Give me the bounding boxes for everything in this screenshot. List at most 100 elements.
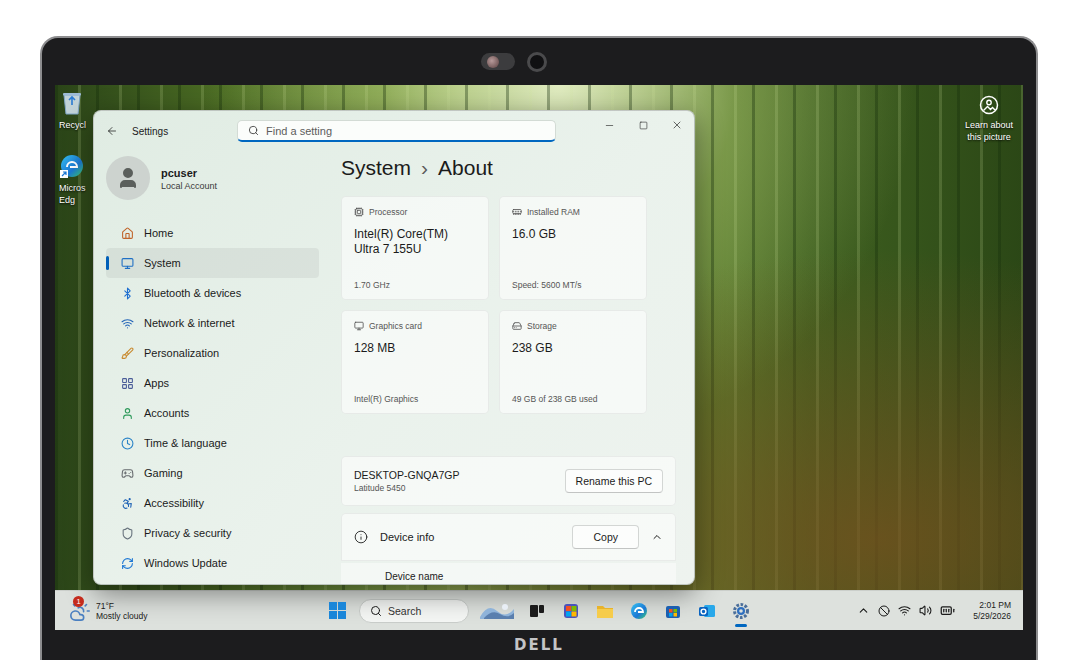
info-icon: [354, 530, 368, 544]
settings-gear-icon[interactable]: [731, 601, 751, 621]
nav-item[interactable]: Accessibility: [106, 488, 319, 518]
taskbar-app[interactable]: [475, 594, 519, 628]
desktop-icon[interactable]: MicrosEdg: [59, 153, 93, 206]
rename-button[interactable]: Rename this PC: [565, 469, 663, 493]
spec-value: Intel(R) Core(TM) Ultra 7 155U: [354, 227, 476, 257]
maximize-icon: [639, 121, 648, 130]
spotlight-icon[interactable]: [979, 95, 999, 115]
device-info-header[interactable]: Device infoCopy: [341, 513, 676, 561]
search-placeholder: Find a setting: [266, 125, 332, 137]
clock-time: 2:01 PM: [979, 600, 1011, 611]
taskbar-app[interactable]: [623, 594, 655, 628]
battery-icon[interactable]: [940, 603, 955, 618]
device-info-row: Device name: [341, 563, 676, 584]
taskbar-app[interactable]: [521, 594, 553, 628]
nav-item[interactable]: Apps: [106, 368, 319, 398]
nav-item-icon: [121, 317, 134, 330]
screen: Recycl MicrosEdg Learn aboutthis picture Se…: [55, 85, 1023, 630]
weather-condition: Mostly cloudy: [96, 611, 148, 621]
nav-item[interactable]: Network & internet: [106, 308, 319, 338]
spec-detail: Speed: 5600 MT/s: [512, 274, 634, 290]
taskbar: 171°FMostly cloudy Search 2:01 PM5/29/2026: [55, 590, 1023, 630]
nav-item[interactable]: Bluetooth & devices: [106, 278, 319, 308]
nav-item[interactable]: Time & language: [106, 428, 319, 458]
nav-item-icon: [121, 467, 134, 480]
nav-item-icon: [121, 407, 134, 420]
nav-item[interactable]: Privacy & security: [106, 518, 319, 548]
search-highlight-icon[interactable]: [478, 601, 516, 621]
taskbar-search[interactable]: Search: [359, 599, 469, 623]
location-off-icon[interactable]: [878, 605, 890, 617]
notification-badge: 1: [73, 596, 84, 607]
spotlight-link[interactable]: Learn aboutthis picture: [965, 95, 1013, 143]
spec-icon: [512, 207, 522, 217]
minimize-button[interactable]: [592, 111, 626, 139]
spec-icon: [512, 321, 522, 331]
file-explorer-icon[interactable]: [595, 601, 615, 621]
teams-icon[interactable]: [561, 601, 581, 621]
windows-logo-icon[interactable]: [329, 602, 346, 619]
nav-item[interactable]: Windows Update: [106, 548, 319, 578]
store-icon[interactable]: [663, 601, 683, 621]
spec-label: Processor: [369, 207, 407, 217]
nav-item-label: Apps: [144, 377, 169, 389]
settings-search[interactable]: Find a setting: [237, 120, 556, 142]
spec-label: Graphics card: [369, 321, 422, 331]
weather-icon-wrap: 1: [69, 600, 91, 622]
desktop-label-line: Recycl: [59, 119, 86, 131]
nav-item[interactable]: Personalization: [106, 338, 319, 368]
recycle-bin-icon[interactable]: [59, 88, 85, 116]
taskbar-app[interactable]: [657, 594, 689, 628]
clock[interactable]: 2:01 PM5/29/2026: [973, 600, 1011, 622]
content-pane: System›AboutProcessorIntel(R) Core(TM) U…: [319, 151, 694, 584]
user-block[interactable]: pcuserLocal Account: [106, 151, 319, 218]
taskbar-app[interactable]: [725, 594, 757, 628]
collapse-chevron-icon[interactable]: [651, 531, 663, 543]
nav-item-label: Windows Update: [144, 557, 227, 569]
weather-widget[interactable]: 171°FMostly cloudy: [55, 600, 321, 622]
wifi-icon[interactable]: [898, 604, 911, 617]
breadcrumb-parent[interactable]: System: [341, 153, 411, 183]
outlook-icon[interactable]: [697, 601, 717, 621]
taskbar-app[interactable]: [555, 594, 587, 628]
taskbar-search-icon: [370, 605, 382, 617]
nav-item[interactable]: Accounts: [106, 398, 319, 428]
person-icon: [116, 166, 140, 190]
volume-icon[interactable]: [919, 604, 932, 617]
edge-browser-icon[interactable]: [629, 601, 649, 621]
back-arrow-icon[interactable]: [106, 125, 118, 137]
copy-button[interactable]: Copy: [572, 525, 639, 549]
maximize-button[interactable]: [626, 111, 660, 139]
spec-card: Installed RAM16.0 GBSpeed: 5600 MT/s: [499, 196, 647, 300]
user-avatar: [106, 156, 150, 200]
user-account: Local Account: [161, 181, 217, 191]
spec-label-row: Processor: [354, 207, 476, 217]
device-card: DESKTOP-GNQA7GPLatitude 5450Rename this …: [341, 456, 676, 506]
taskbar-app[interactable]: [589, 594, 621, 628]
edge-icon[interactable]: [59, 153, 85, 179]
close-button[interactable]: [660, 111, 694, 139]
nav-item[interactable]: System: [106, 248, 319, 278]
nav-item[interactable]: Gaming: [106, 458, 319, 488]
desktop-label-line: Edg: [59, 194, 86, 206]
active-indicator: [735, 624, 747, 627]
camera-shutter[interactable]: [481, 53, 515, 70]
settings-window: SettingsFind a settingpcuserLocal Accoun…: [93, 110, 695, 585]
spec-icon: [354, 207, 364, 217]
nav-item-icon: [121, 347, 134, 360]
show-hidden-icon[interactable]: [857, 604, 870, 617]
search-icon: [248, 125, 259, 136]
nav-item-icon: [121, 497, 134, 510]
task-view-icon[interactable]: [527, 601, 547, 621]
start-button[interactable]: [321, 594, 353, 628]
desktop-icon[interactable]: Recycl: [59, 88, 93, 131]
nav-item[interactable]: Home: [106, 218, 319, 248]
top-bezel: [55, 38, 1023, 85]
spec-label-row: Storage: [512, 321, 634, 331]
desktop-icons: Recycl MicrosEdg: [59, 88, 93, 206]
taskbar-search-placeholder: Search: [388, 605, 421, 617]
nav-item-icon: [121, 287, 134, 300]
user-text: pcuserLocal Account: [161, 156, 217, 191]
nav-list: HomeSystemBluetooth & devicesNetwork & i…: [106, 218, 319, 578]
taskbar-app[interactable]: [691, 594, 723, 628]
